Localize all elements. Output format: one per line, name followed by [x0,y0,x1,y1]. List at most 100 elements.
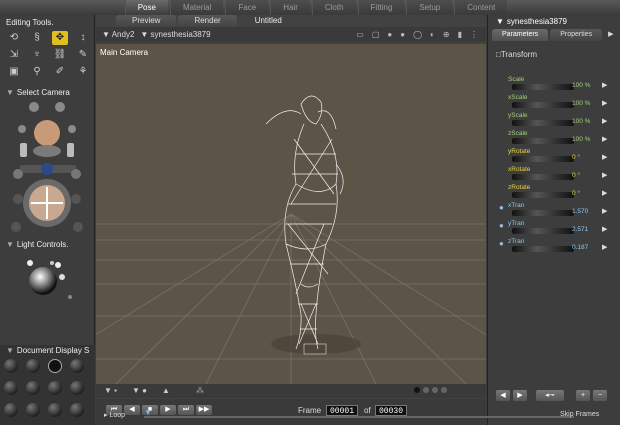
color-tool-icon[interactable]: ✎ [75,48,91,62]
next-key-button[interactable]: ▶ [513,390,527,401]
figure-menu[interactable]: ▼ Andy2 [102,30,134,39]
step-back-button[interactable]: ◀ [124,405,140,415]
param-dial[interactable] [512,138,574,144]
step-forward-button[interactable]: ▶▶ [196,405,212,415]
room-tab-fitting[interactable]: Fitting [357,0,405,15]
param-xtran[interactable]: ● xTran 1.570 ▶ [488,202,620,220]
camera-view-icon[interactable]: ▭ [356,30,364,39]
param-xscale[interactable]: xScale 100 % ▶ [488,94,620,112]
loop-toggle[interactable]: ▸ Loop [104,411,125,419]
param-dial[interactable] [512,246,574,252]
param-dial[interactable] [512,102,574,108]
memory-dot-icon[interactable] [423,387,429,393]
collision-icon[interactable]: ⊕ [443,30,450,39]
display-style-cartoon-icon[interactable] [70,381,84,395]
param-menu-arrow-icon[interactable]: ▶ [602,189,607,197]
param-menu-arrow-icon[interactable]: ▶ [602,225,607,233]
light-sphere-graphic[interactable] [0,251,95,306]
param-yscale[interactable]: yScale 100 % ▶ [488,112,620,130]
lock-icon[interactable]: ▮ [458,30,462,39]
param-value[interactable]: 100 % [572,118,590,125]
param-dial[interactable] [512,174,574,180]
param-menu-arrow-icon[interactable]: ▶ [602,99,607,107]
param-menu-arrow-icon[interactable]: ▶ [602,135,607,143]
shadow-dot-icon[interactable]: ● [387,30,392,39]
display-style-hidden-line-icon[interactable] [70,359,84,373]
param-value[interactable]: 1.570 [572,208,588,215]
direct-manipulation-icon[interactable]: ⚘ [75,65,91,79]
total-frames-field[interactable]: 00030 [375,405,408,416]
timeline-track[interactable] [144,416,574,418]
twist-tool-icon[interactable]: § [29,31,45,45]
translate-tool-icon[interactable]: ✥ [52,31,68,45]
scale-tool-icon[interactable]: ⇲ [6,48,22,62]
param-dial[interactable] [512,84,574,90]
param-scale[interactable]: Scale 100 % ▶ [488,76,620,94]
menu-dots-icon[interactable]: ⋮ [470,30,478,39]
room-tab-setup[interactable]: Setup [406,0,453,15]
param-menu-arrow-icon[interactable]: ▶ [602,207,607,215]
skip-frames-toggle[interactable]: Skip Frames [560,411,599,418]
display-style-texture-shaded-icon[interactable] [26,403,40,417]
display-style-flat-shaded-icon[interactable] [26,381,40,395]
remove-key-button[interactable]: − [593,390,607,401]
previous-key-button[interactable]: ◀ [496,390,510,401]
memory-dot-icon[interactable] [441,387,447,393]
param-value[interactable]: 0.187 [572,244,588,251]
view-magnifier-icon[interactable]: ⚲ [29,65,45,79]
param-yrotate[interactable]: yRotate 0 ° ▶ [488,148,620,166]
param-value[interactable]: 100 % [572,100,590,107]
room-tab-content[interactable]: Content [454,0,508,15]
param-menu-arrow-icon[interactable]: ▶ [602,243,607,251]
param-menu-arrow-icon[interactable]: ▶ [602,117,607,125]
param-menu-arrow-icon[interactable]: ▶ [602,81,607,89]
display-style-wireframe-icon[interactable] [48,359,62,373]
actor-menu[interactable]: ▼ synesthesia3879 [140,30,210,39]
timeline-scrubber-icon[interactable]: ▼ [144,408,152,417]
display-style-smooth-lined-icon[interactable] [48,403,62,417]
room-tab-cloth[interactable]: Cloth [311,0,356,15]
chain-break-icon[interactable]: ⛓ [52,48,68,62]
element-style-menu-icon[interactable]: ▼ ● [132,386,147,395]
display-style-flat-lined-icon[interactable] [48,381,62,395]
room-tab-material[interactable]: Material [169,0,224,15]
tab-render[interactable]: Render [178,15,237,27]
memory-dot-icon[interactable] [414,387,420,393]
param-zscale[interactable]: zScale 100 % ▶ [488,130,620,148]
param-value[interactable]: 0 ° [572,190,580,197]
display-style-menu-icon[interactable]: ▼ ▪ [104,386,117,395]
tab-properties[interactable]: Properties [550,29,603,41]
param-menu-arrow-icon[interactable]: ▶ [602,171,607,179]
room-tab-face[interactable]: Face [225,0,269,15]
play-button[interactable]: ▶ [160,405,176,415]
taper-tool-icon[interactable]: ♆ [29,48,45,62]
param-value[interactable]: 2.571 [572,226,588,233]
grouping-tool-icon[interactable]: ▣ [6,65,22,79]
hat-shading-icon[interactable]: ▲ [162,386,170,395]
rotate-tool-icon[interactable]: ⟲ [6,31,22,45]
3d-viewport[interactable]: Main Camera [96,44,486,384]
param-menu-arrow-icon[interactable]: ▶ [602,153,607,161]
layout-icon[interactable]: ▢ [372,30,380,39]
transform-group[interactable]: □Transform [496,50,537,59]
memory-dot-icon[interactable] [432,387,438,393]
tab-parameters[interactable]: Parameters [492,29,549,41]
morphing-tool-icon[interactable]: ✐ [52,65,68,79]
depth-cue-icon[interactable]: ◯ [413,30,422,39]
display-style-lit-wireframe-icon[interactable] [4,381,18,395]
palette-menu-icon[interactable]: ▶ [608,29,613,41]
param-dial[interactable] [512,156,574,162]
param-value[interactable]: 100 % [572,136,590,143]
tracking-icon[interactable]: ◐ [430,30,435,39]
display-style-outline-icon[interactable] [26,359,40,373]
param-value[interactable]: 0 ° [572,172,580,179]
param-ztran[interactable]: ● zTran 0.187 ▶ [488,238,620,256]
room-tab-hair[interactable]: Hair [270,0,310,15]
tab-preview[interactable]: Preview [116,15,177,27]
param-xrotate[interactable]: xRotate 0 ° ▶ [488,166,620,184]
display-style-cartoon-lined-icon[interactable] [70,403,84,417]
room-tab-pose[interactable]: Pose [124,0,168,15]
param-value[interactable]: 0 ° [572,154,580,161]
param-ytran[interactable]: ● yTran 2.571 ▶ [488,220,620,238]
collapse-triangle-icon[interactable]: ▼ [496,17,504,26]
